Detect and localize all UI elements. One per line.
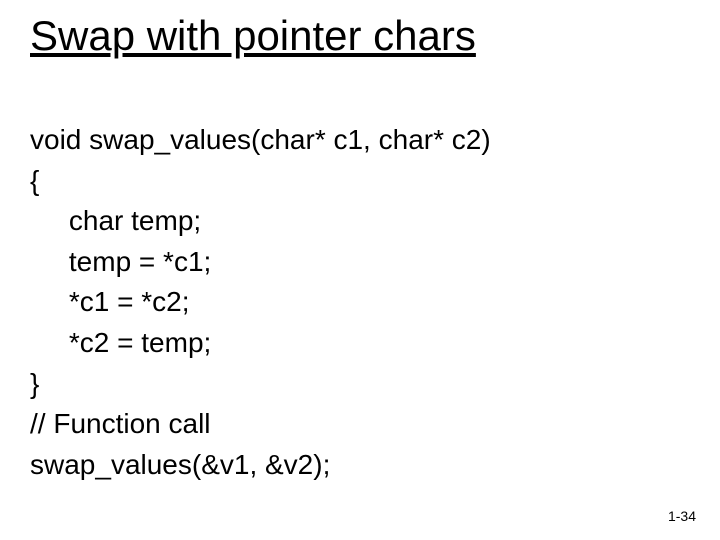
slide-title: Swap with pointer chars xyxy=(30,12,476,60)
code-line-3: char temp; xyxy=(30,205,201,236)
code-line-7: } xyxy=(30,368,39,399)
code-line-8: // Function call xyxy=(30,408,211,439)
code-line-2: { xyxy=(30,165,39,196)
code-line-6: *c2 = temp; xyxy=(30,327,211,358)
code-line-5: *c1 = *c2; xyxy=(30,286,190,317)
slide: Swap with pointer chars void swap_values… xyxy=(0,0,720,540)
code-line-9: swap_values(&v1, &v2); xyxy=(30,449,330,480)
page-number: 1-34 xyxy=(668,508,696,524)
code-line-4: temp = *c1; xyxy=(30,246,211,277)
code-line-1: void swap_values(char* c1, char* c2) xyxy=(30,124,491,155)
code-block: void swap_values(char* c1, char* c2) { c… xyxy=(30,120,491,485)
